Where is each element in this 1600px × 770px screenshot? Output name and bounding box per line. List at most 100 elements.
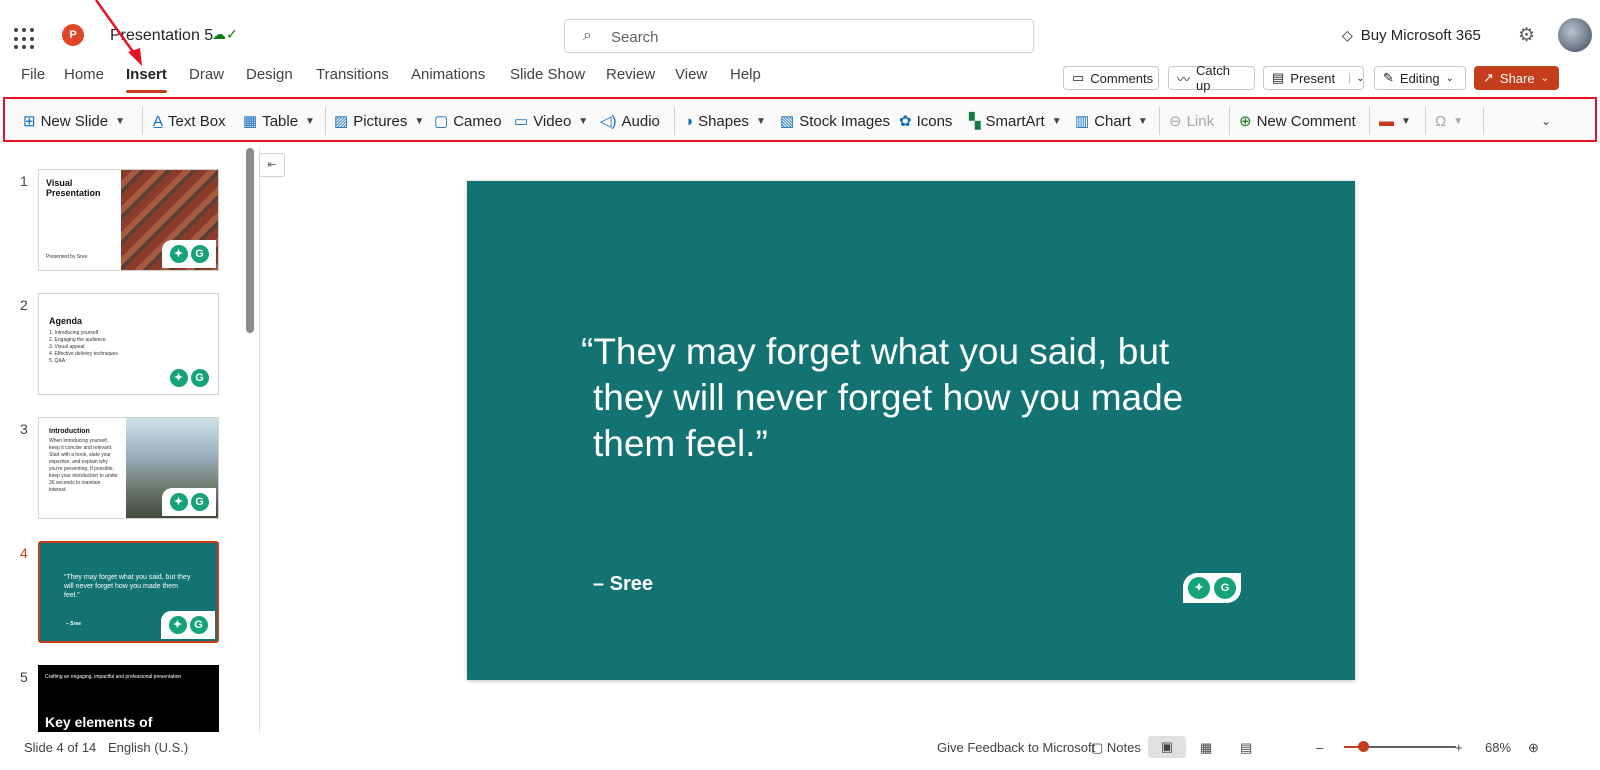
slide-count: Slide 4 of 14	[24, 740, 97, 755]
slide-thumbnail-pane: 1 Visual Presentation Presented by Sree …	[0, 148, 260, 732]
slide-number: 2	[20, 297, 28, 313]
insert-ribbon: ⊞ New Slide ▼ A̲ Text Box ▦ Table ▼ ▨ Pictures…	[3, 97, 1597, 142]
divider	[1483, 107, 1484, 135]
tab-design[interactable]: Design	[246, 66, 293, 83]
slide-author[interactable]: – Sree	[593, 573, 653, 596]
buy-microsoft-365-link[interactable]: ◇ Buy Microsoft 365	[1342, 27, 1481, 44]
gear-icon[interactable]: ⚙	[1518, 24, 1535, 47]
thumbnail-title: Introduction	[49, 428, 90, 435]
notes-label: Notes	[1106, 740, 1141, 755]
collapse-pane-icon[interactable]: ⇤	[259, 153, 285, 177]
zoom-in-button[interactable]: +	[1455, 740, 1463, 755]
thumbnail-title: Key elements of	[45, 714, 153, 730]
shapes-button[interactable]: ◑ Shapes ▼	[684, 109, 766, 133]
divider	[1369, 107, 1370, 135]
table-icon: ▦	[243, 113, 258, 130]
present-button[interactable]: ▤ Present ⌄	[1263, 66, 1365, 90]
slide-thumbnail-2[interactable]: Agenda 1. Introducing yourself 2. Engagi…	[38, 293, 219, 395]
catch-up-button[interactable]: 〰 Catch up	[1168, 63, 1255, 93]
tab-animations[interactable]: Animations	[411, 66, 485, 83]
pictures-label: Pictures	[353, 112, 408, 130]
chevron-down-icon: ▼	[1051, 115, 1062, 127]
slide-number: 4	[20, 545, 28, 561]
audio-label: Audio	[621, 112, 660, 130]
tab-home[interactable]: Home	[64, 66, 104, 83]
share-label: Share	[1499, 70, 1535, 86]
tab-help[interactable]: Help	[730, 66, 761, 83]
fit-slide-icon[interactable]: ⊕	[1528, 740, 1539, 756]
icons-button[interactable]: ✿ Icons	[899, 109, 952, 133]
thumbnail-quote: “They may forget what you said, but they…	[64, 574, 191, 599]
new-comment-button[interactable]: ⊕ New Comment	[1239, 109, 1356, 133]
smartart-button[interactable]: ▚ SmartArt ▼	[969, 109, 1062, 133]
thumbnail-subtitle: Presented by Sree	[46, 254, 88, 260]
slide-thumbnail-3[interactable]: Introduction When introducing yourself, …	[38, 417, 219, 519]
stock-images-button[interactable]: ▧ Stock Images	[780, 109, 890, 133]
table-button[interactable]: ▦ Table ▼	[243, 109, 315, 133]
app-launcher-icon[interactable]	[14, 28, 36, 50]
bar-chart-icon: ▥	[1075, 113, 1090, 130]
tab-transitions[interactable]: Transitions	[316, 66, 389, 83]
video-button[interactable]: ▭ Video ▼	[514, 109, 588, 133]
cameo-label: Cameo	[453, 112, 502, 130]
text-box-button[interactable]: A̲ Text Box	[153, 109, 226, 133]
grammarly-badge[interactable]: ✦ G	[1183, 573, 1241, 603]
chevron-down-icon: ⌄	[1541, 114, 1552, 128]
catch-up-label: Catch up	[1196, 63, 1230, 93]
tab-view[interactable]: View	[675, 66, 707, 83]
thumbnail-title: Visual Presentation	[46, 178, 101, 198]
link-button[interactable]: ⊖ Link	[1169, 109, 1214, 133]
feedback-link[interactable]: Give Feedback to Microsoft	[937, 740, 1095, 755]
tab-insert[interactable]: Insert	[126, 66, 167, 93]
picture-icon: ▨	[334, 113, 349, 130]
slide-thumbnail-5[interactable]: Crafting an engaging, impactful and prof…	[38, 665, 219, 732]
chevron-down-icon[interactable]: ⌄	[1349, 72, 1365, 84]
slide-sorter-icon[interactable]: ▦	[1200, 740, 1212, 756]
slide-canvas[interactable]: “They may forget what you said, but they…	[467, 181, 1355, 680]
divider	[1159, 107, 1160, 135]
tab-slide-show[interactable]: Slide Show	[510, 66, 585, 83]
search-box[interactable]: ⌕ Search	[564, 19, 1034, 53]
header-footer-button[interactable]: ▬ ▼	[1379, 109, 1411, 133]
tab-file[interactable]: File	[21, 66, 45, 83]
avatar[interactable]	[1558, 18, 1592, 52]
video-icon: ▭	[514, 113, 529, 130]
quote-line: them feel.”	[593, 423, 768, 464]
chevron-down-icon[interactable]: ▼	[115, 116, 125, 127]
agenda-item: 4. Effective delivery techniques	[49, 351, 118, 357]
slide-quote[interactable]: “They may forget what you said, but they…	[581, 329, 1241, 467]
chevron-down-icon: ▼	[1401, 115, 1411, 127]
chart-button[interactable]: ▥ Chart ▼	[1075, 109, 1148, 133]
editing-mode-button[interactable]: ✎ Editing ⌄	[1374, 66, 1466, 90]
zoom-out-button[interactable]: –	[1316, 740, 1323, 755]
tab-review[interactable]: Review	[606, 66, 655, 83]
thumbnail-scrollbar[interactable]	[246, 148, 254, 333]
normal-view-icon[interactable]: ▣	[1148, 736, 1186, 758]
audio-button[interactable]: ◁) Audio	[600, 109, 660, 133]
grammarly-badge: ✦ G	[162, 364, 216, 392]
zoom-level[interactable]: 68%	[1485, 740, 1511, 755]
language-indicator[interactable]: English (U.S.)	[108, 740, 188, 755]
icons-icon: ✿	[899, 113, 912, 130]
grammarly-badge: ✦ G	[161, 611, 215, 639]
divider	[142, 107, 143, 135]
slide-thumbnail-4[interactable]: “They may forget what you said, but they…	[38, 541, 219, 643]
pictures-button[interactable]: ▨ Pictures ▼	[334, 109, 424, 133]
divider	[1425, 107, 1426, 135]
comments-button[interactable]: ▭ Comments	[1063, 66, 1159, 90]
tab-draw[interactable]: Draw	[189, 66, 224, 83]
cameo-button[interactable]: ▢ Cameo	[434, 109, 502, 133]
notes-button[interactable]: ▢ Notes	[1091, 740, 1141, 756]
new-slide-button[interactable]: ⊞ New Slide ▼	[23, 109, 125, 133]
symbol-button[interactable]: Ω ▼	[1435, 109, 1463, 133]
share-button[interactable]: ↗ Share ⌄	[1474, 66, 1559, 90]
ribbon-expand-button[interactable]: ⌄	[1539, 109, 1551, 133]
slide-thumbnail-1[interactable]: Visual Presentation Presented by Sree ✦ G	[38, 169, 219, 271]
search-placeholder: Search	[611, 29, 659, 46]
reading-view-icon[interactable]: ▤	[1240, 740, 1252, 756]
thumbnail-author: – Sree	[66, 621, 82, 627]
notes-icon: ▢	[1091, 740, 1107, 755]
agenda-item: 1. Introducing yourself	[49, 330, 99, 336]
zoom-slider-thumb[interactable]	[1358, 741, 1369, 752]
icons-label: Icons	[916, 112, 953, 130]
